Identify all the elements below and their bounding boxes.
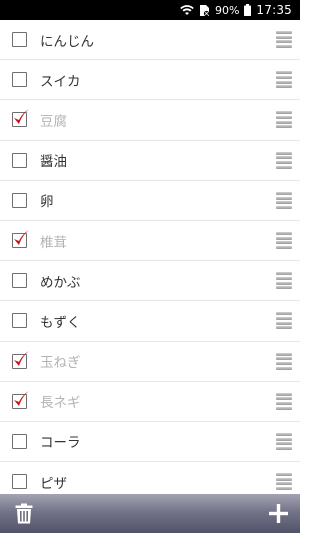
list-item[interactable]: 玉ねぎ (0, 342, 300, 382)
item-label: 豆腐 (40, 113, 67, 130)
list-item[interactable]: 卵 (0, 181, 300, 221)
checkbox[interactable] (12, 313, 27, 329)
sim-icon (199, 4, 210, 17)
status-bar: 90% 17:35 (0, 0, 300, 20)
drag-handle-icon[interactable] (276, 191, 292, 209)
checkmark-icon (14, 390, 29, 406)
list-item[interactable]: コーラ (0, 422, 300, 463)
bottom-toolbar (0, 494, 300, 533)
plus-icon[interactable] (269, 504, 288, 523)
list-item[interactable]: 長ネギ (0, 382, 300, 422)
item-label: 玉ねぎ (40, 355, 81, 372)
checkbox-checked[interactable] (12, 390, 29, 409)
list-item[interactable]: めかぶ (0, 261, 300, 302)
battery-percentage: 90% (214, 3, 240, 17)
list-item[interactable]: スイカ (0, 60, 300, 101)
drag-handle-icon[interactable] (276, 392, 292, 410)
checkbox-checked[interactable] (12, 230, 29, 249)
drag-handle-icon[interactable] (276, 111, 292, 129)
shopping-list: にんじんスイカ豆腐醤油卵椎茸めかぶもずく玉ねぎ長ネギコーラピザ (0, 20, 300, 494)
item-label: にんじん (40, 33, 94, 50)
item-label: 椎茸 (40, 234, 67, 251)
list-item[interactable]: ピザ (0, 462, 300, 494)
drag-handle-icon[interactable] (276, 352, 292, 370)
wifi-icon (180, 4, 194, 16)
item-label: 卵 (40, 194, 54, 211)
checkbox-checked[interactable] (12, 109, 29, 128)
checkbox[interactable] (12, 192, 27, 208)
drag-handle-icon[interactable] (276, 473, 292, 491)
drag-handle-icon[interactable] (276, 232, 292, 249)
list-item[interactable]: 豆腐 (0, 100, 300, 141)
item-label: コーラ (40, 435, 81, 452)
checkbox[interactable] (12, 152, 27, 168)
item-label: 長ネギ (40, 395, 81, 412)
item-label: めかぶ (40, 274, 81, 291)
trash-icon[interactable] (15, 503, 33, 524)
list-item[interactable]: 醤油 (0, 141, 300, 181)
drag-handle-icon[interactable] (276, 71, 292, 89)
item-label: ピザ (40, 475, 67, 492)
checkbox[interactable] (12, 32, 27, 48)
drag-handle-icon[interactable] (276, 312, 292, 330)
checkbox[interactable] (12, 273, 27, 289)
checkbox[interactable] (12, 474, 27, 490)
checkmark-icon (14, 350, 29, 366)
list-item[interactable]: もずく (0, 301, 300, 342)
item-label: スイカ (40, 73, 81, 90)
item-label: もずく (40, 314, 81, 331)
checkbox[interactable] (12, 433, 27, 449)
checkmark-icon (14, 109, 29, 125)
checkbox[interactable] (12, 72, 27, 88)
checkmark-icon (14, 230, 29, 246)
battery-icon (244, 4, 252, 16)
drag-handle-icon[interactable] (276, 272, 292, 290)
drag-handle-icon[interactable] (276, 31, 292, 49)
drag-handle-icon[interactable] (276, 432, 292, 450)
list-item[interactable]: にんじん (0, 20, 300, 61)
list-item[interactable]: 椎茸 (0, 221, 300, 262)
checkbox-checked[interactable] (12, 350, 29, 369)
item-label: 醤油 (40, 154, 67, 171)
clock: 17:35 (256, 3, 292, 17)
drag-handle-icon[interactable] (276, 151, 292, 169)
